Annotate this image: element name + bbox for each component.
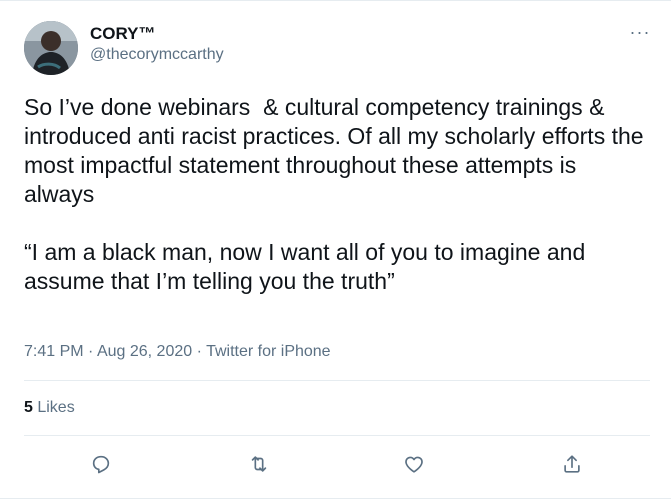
- likes-count: 5: [24, 399, 33, 416]
- meta-separator: ·: [192, 343, 207, 360]
- reply-icon: [90, 453, 112, 480]
- tweet-text: So I’ve done webinars & cultural compete…: [24, 94, 644, 294]
- author-handle[interactable]: @thecorymccarthy: [90, 45, 224, 65]
- author-display-name[interactable]: CORY™: [90, 23, 224, 45]
- tweet-metadata: 7:41 PM · Aug 26, 2020 · Twitter for iPh…: [24, 342, 331, 362]
- likes-label: Likes: [32, 399, 75, 416]
- tweet-header: CORY™ @thecorymccarthy ···: [24, 15, 654, 77]
- tweet-date[interactable]: Aug 26, 2020: [97, 343, 192, 360]
- more-options-icon[interactable]: ···: [626, 23, 654, 45]
- divider: [24, 435, 650, 436]
- like-icon: [403, 453, 425, 480]
- likes-stat[interactable]: 5 Likes: [24, 398, 75, 418]
- tweet-source[interactable]: Twitter for iPhone: [206, 343, 331, 360]
- retweet-icon: [247, 453, 271, 480]
- divider: [24, 380, 650, 381]
- avatar[interactable]: [24, 21, 78, 75]
- tweet-actions: [24, 443, 650, 489]
- author-names: CORY™ @thecorymccarthy: [90, 23, 224, 65]
- share-button[interactable]: [559, 453, 585, 479]
- tweet-card: CORY™ @thecorymccarthy ··· So I’ve done …: [0, 0, 671, 499]
- like-button[interactable]: [401, 453, 427, 479]
- share-icon: [561, 453, 583, 480]
- tweet-time[interactable]: 7:41 PM: [24, 343, 84, 360]
- meta-separator: ·: [83, 343, 97, 360]
- avatar-image: [24, 21, 78, 75]
- retweet-button[interactable]: [246, 453, 272, 479]
- reply-button[interactable]: [88, 453, 114, 479]
